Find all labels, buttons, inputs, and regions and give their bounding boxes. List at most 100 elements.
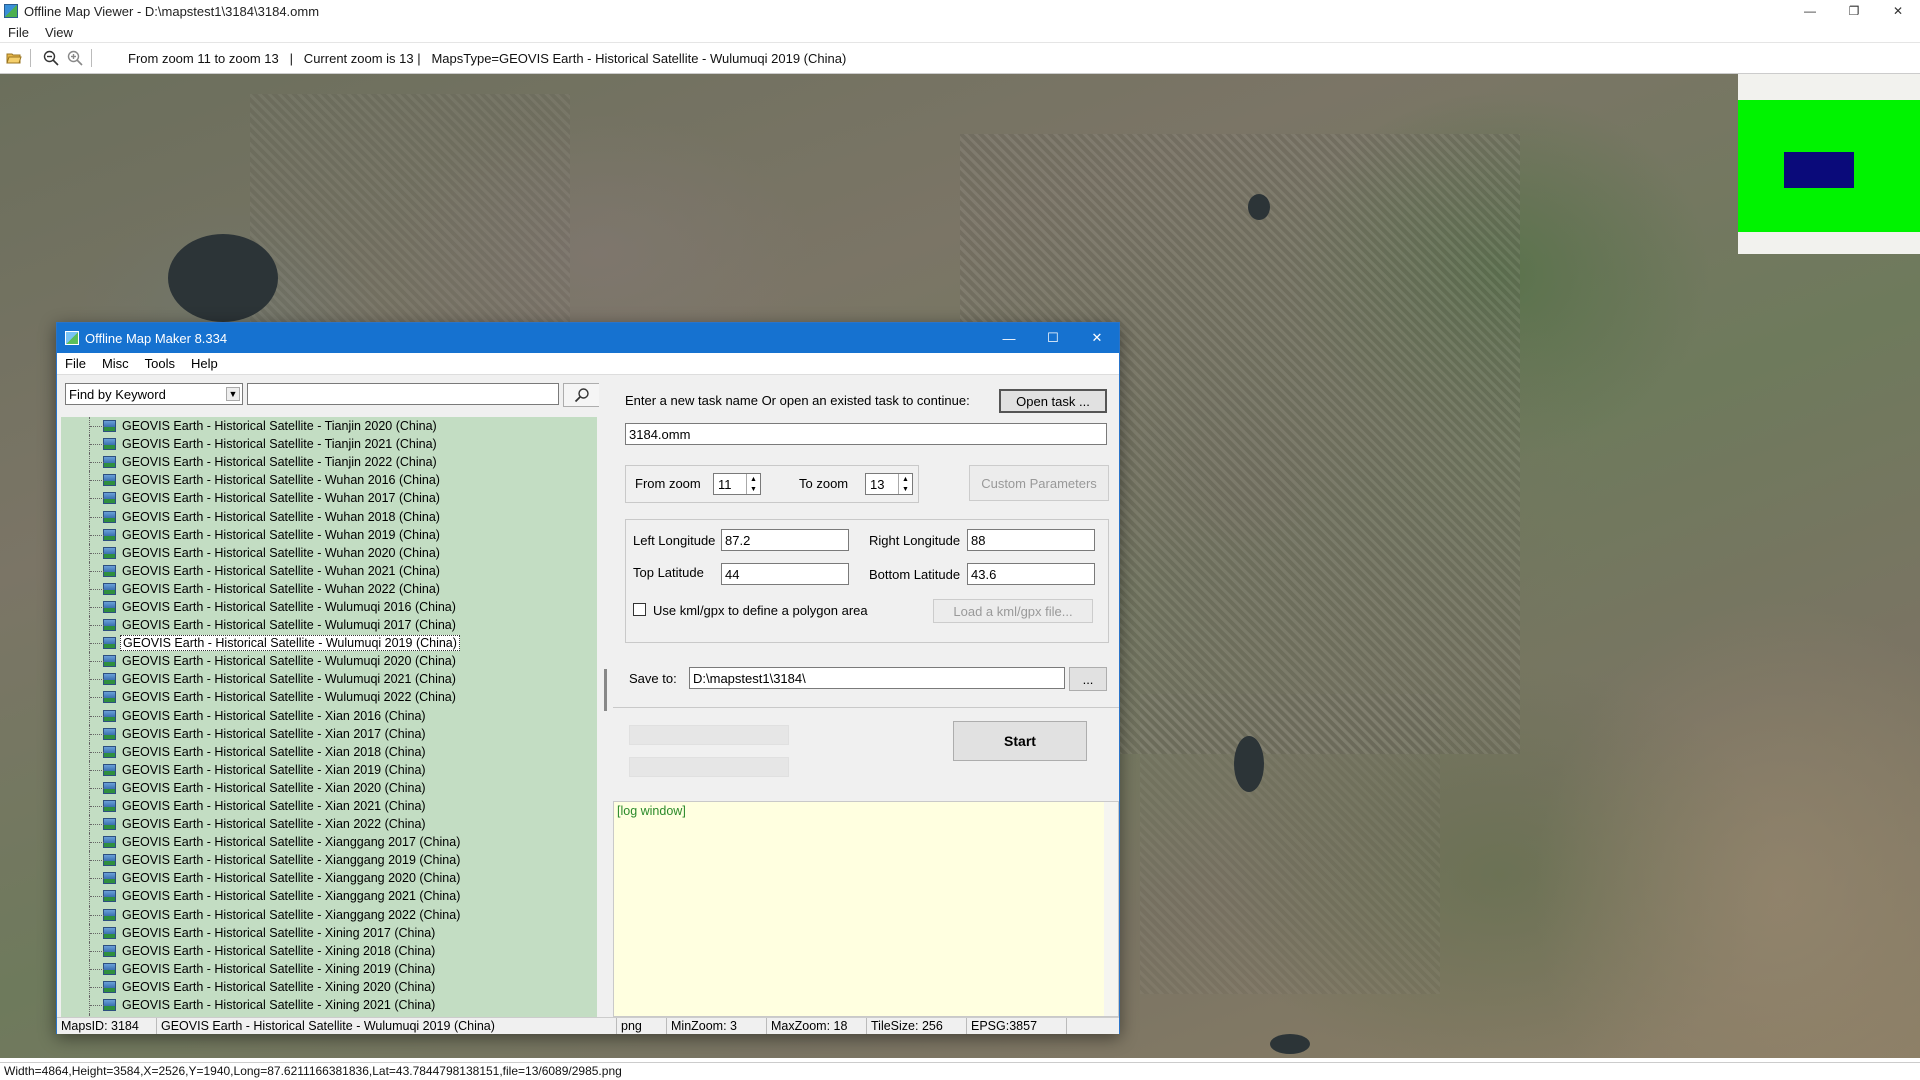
use-kml-label: Use kml/gpx to define a polygon area	[653, 603, 868, 618]
tree-item[interactable]: GEOVIS Earth - Historical Satellite - Xi…	[61, 869, 597, 888]
zoom-info-text: From zoom 11 to zoom 13 | Current zoom i…	[128, 50, 847, 66]
top-latitude-input[interactable]: 44	[721, 563, 849, 585]
tree-item[interactable]: GEOVIS Earth - Historical Satellite - Wu…	[61, 507, 597, 526]
tree-connector	[89, 905, 131, 924]
tree-item[interactable]: GEOVIS Earth - Historical Satellite - Xi…	[61, 833, 597, 852]
tree-item[interactable]: GEOVIS Earth - Historical Satellite - Xi…	[61, 724, 597, 743]
stepper-down-icon[interactable]: ▼	[746, 484, 760, 494]
tree-item[interactable]: GEOVIS Earth - Historical Satellite - Wu…	[61, 597, 597, 617]
bottom-latitude-label: Bottom Latitude	[869, 567, 961, 582]
tree-connector	[89, 670, 131, 689]
tree-item[interactable]: GEOVIS Earth - Historical Satellite - Ti…	[61, 435, 597, 454]
load-kml-button[interactable]: Load a kml/gpx file...	[933, 599, 1093, 623]
viewer-statusbar: Width=4864,Height=3584,X=2526,Y=1940,Lon…	[0, 1062, 1920, 1080]
tree-item[interactable]: GEOVIS Earth - Historical Satellite - Wu…	[61, 634, 597, 653]
tree-item[interactable]: GEOVIS Earth - Historical Satellite - Xi…	[61, 815, 597, 834]
stepper-down-icon[interactable]: ▼	[898, 484, 912, 494]
use-kml-checkbox[interactable]	[633, 603, 646, 616]
left-longitude-input[interactable]: 87.2	[721, 529, 849, 551]
search-button[interactable]	[563, 383, 601, 407]
tree-item[interactable]: GEOVIS Earth - Historical Satellite - Wu…	[61, 561, 597, 580]
maps-tree[interactable]: GEOVIS Earth - Historical Satellite - Ti…	[61, 417, 597, 1017]
map-lake	[1234, 736, 1264, 792]
bottom-latitude-input[interactable]: 43.6	[967, 563, 1095, 585]
zoom-out-icon[interactable]	[41, 48, 61, 68]
browse-button[interactable]: ...	[1069, 667, 1107, 691]
overview-viewport[interactable]	[1784, 152, 1854, 188]
menu-help[interactable]: Help	[183, 356, 226, 371]
tree-item-label: GEOVIS Earth - Historical Satellite - Wu…	[122, 599, 456, 614]
tree-item[interactable]: GEOVIS Earth - Historical Satellite - Wu…	[61, 652, 597, 671]
menu-misc[interactable]: Misc	[94, 356, 137, 371]
keyword-input[interactable]	[247, 383, 559, 405]
tree-item[interactable]: GEOVIS Earth - Historical Satellite - Xi…	[61, 760, 597, 779]
splitter-handle[interactable]	[604, 669, 607, 711]
maximize-icon[interactable]: ☐	[1031, 323, 1075, 353]
tree-item[interactable]: GEOVIS Earth - Historical Satellite - Xi…	[61, 706, 597, 725]
tree-item[interactable]: GEOVIS Earth - Historical Satellite - Xi…	[61, 851, 597, 870]
maps-tree-list: GEOVIS Earth - Historical Satellite - Ti…	[61, 417, 597, 1017]
chevron-down-icon[interactable]: ▼	[226, 387, 240, 401]
search-row: Find by Keyword ▼	[65, 383, 601, 407]
log-scrollbar[interactable]	[1104, 802, 1118, 1016]
tree-item[interactable]: GEOVIS Earth - Historical Satellite - Wu…	[61, 543, 597, 562]
tree-item[interactable]: GEOVIS Earth - Historical Satellite - Xi…	[61, 977, 597, 996]
tree-item[interactable]: GEOVIS Earth - Historical Satellite - Xi…	[61, 796, 597, 816]
map-lake	[168, 234, 278, 322]
log-window[interactable]: [log window]	[613, 801, 1119, 1017]
from-zoom-stepper[interactable]: 11 ▲ ▼	[713, 473, 761, 495]
tree-item[interactable]: GEOVIS Earth - Historical Satellite - Xi…	[61, 742, 597, 761]
zoom-in-icon[interactable]	[65, 48, 85, 68]
toolbar-separator	[91, 49, 92, 67]
search-mode-value: Find by Keyword	[69, 387, 166, 402]
stepper-up-icon[interactable]: ▲	[746, 474, 760, 484]
right-longitude-input[interactable]: 88	[967, 529, 1095, 551]
pane-splitter[interactable]	[599, 375, 613, 1017]
tree-item[interactable]: GEOVIS Earth - Historical Satellite - Wu…	[61, 670, 597, 689]
minimize-icon[interactable]: —	[987, 323, 1031, 353]
start-button[interactable]: Start	[953, 721, 1087, 761]
tree-item-label: GEOVIS Earth - Historical Satellite - Wu…	[122, 654, 456, 669]
viewer-menubar: File View	[0, 22, 1920, 42]
to-zoom-stepper[interactable]: 13 ▲ ▼	[865, 473, 913, 495]
tree-item[interactable]: GEOVIS Earth - Historical Satellite - Xi…	[61, 887, 597, 906]
tree-item[interactable]: GEOVIS Earth - Historical Satellite - Wu…	[61, 471, 597, 490]
tree-item[interactable]: GEOVIS Earth - Historical Satellite - Wu…	[61, 688, 597, 707]
tree-item[interactable]: GEOVIS Earth - Historical Satellite - Xi…	[61, 941, 597, 960]
overview-minimap[interactable]	[1738, 74, 1920, 254]
tree-item[interactable]: GEOVIS Earth - Historical Satellite - Wu…	[61, 616, 597, 635]
tree-item[interactable]: GEOVIS Earth - Historical Satellite - Xi…	[61, 778, 597, 797]
save-to-input[interactable]: D:\mapstest1\3184\	[689, 667, 1065, 689]
search-mode-select[interactable]: Find by Keyword ▼	[65, 383, 243, 405]
stepper-up-icon[interactable]: ▲	[898, 474, 912, 484]
tree-connector	[89, 507, 131, 526]
tree-item[interactable]: GEOVIS Earth - Historical Satellite - Xi…	[61, 959, 597, 978]
menu-file[interactable]: File	[0, 25, 37, 40]
menu-file[interactable]: File	[57, 356, 94, 371]
tree-item[interactable]: GEOVIS Earth - Historical Satellite - Xi…	[61, 923, 597, 942]
tree-item[interactable]: GEOVIS Earth - Historical Satellite - Wu…	[61, 579, 597, 598]
menu-tools[interactable]: Tools	[137, 356, 183, 371]
tree-item[interactable]: GEOVIS Earth - Historical Satellite - Xi…	[61, 996, 597, 1015]
tree-connector	[89, 742, 131, 761]
tree-connector	[89, 471, 131, 490]
menu-view[interactable]: View	[37, 25, 81, 40]
custom-parameters-button[interactable]: Custom Parameters	[969, 465, 1109, 501]
close-icon[interactable]: ✕	[1075, 323, 1119, 353]
open-task-button[interactable]: Open task ...	[999, 389, 1107, 413]
tree-item[interactable]: GEOVIS Earth - Historical Satellite - Wu…	[61, 489, 597, 508]
tree-connector	[89, 688, 131, 707]
minimize-icon[interactable]: —	[1788, 0, 1832, 22]
tree-item[interactable]: GEOVIS Earth - Historical Satellite - Ti…	[61, 417, 597, 436]
tree-item[interactable]: GEOVIS Earth - Historical Satellite - Ti…	[61, 453, 597, 472]
save-to-label: Save to:	[629, 671, 677, 686]
task-name-input[interactable]: 3184.omm	[625, 423, 1107, 445]
tree-connector	[89, 435, 131, 454]
restore-icon[interactable]: ❐	[1832, 0, 1876, 22]
folder-open-icon[interactable]	[4, 48, 24, 68]
tree-item[interactable]: GEOVIS Earth - Historical Satellite - Xi…	[61, 905, 597, 924]
close-icon[interactable]: ✕	[1876, 0, 1920, 22]
tree-item[interactable]: GEOVIS Earth - Historical Satellite - Wu…	[61, 525, 597, 544]
tree-connector	[89, 453, 131, 472]
status-format: png	[617, 1018, 667, 1034]
